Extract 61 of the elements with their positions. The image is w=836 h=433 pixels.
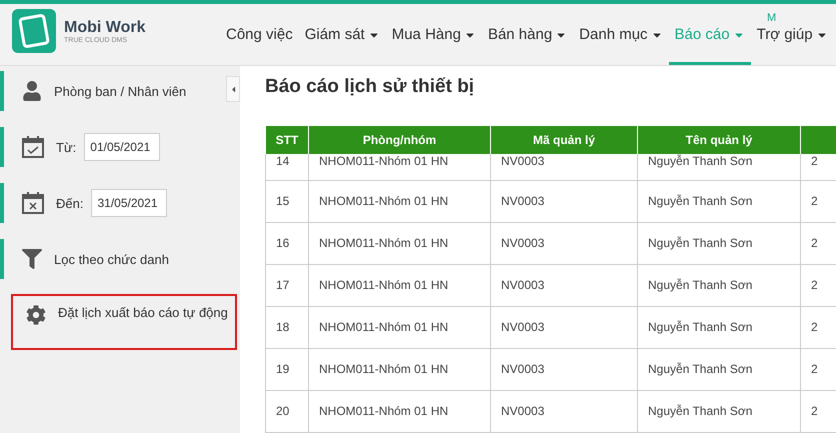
table-cell: Nguyễn Thanh Sơn (638, 264, 800, 306)
column-header: Mã quản lý (490, 126, 638, 154)
table-cell: NV0003 (490, 264, 638, 306)
table-cell: NV0003 (490, 222, 638, 264)
table-cell: 19 (266, 348, 308, 390)
table-cell: Nguyễn Thanh Sơn (638, 390, 800, 432)
table-cell: 15 (266, 180, 308, 222)
date-field[interactable]: 01/05/2021 (84, 133, 160, 161)
table-cell: NHOM011-Nhóm 01 HN (308, 348, 490, 390)
nav-menu-item[interactable]: Bán hàng (482, 26, 574, 65)
table-cell: NHOM011-Nhóm 01 HN (308, 264, 490, 306)
table-cell: NHOM011-Nhóm 01 HN (308, 154, 490, 180)
sidebar-item[interactable]: Phòng ban / Nhân viên (0, 71, 226, 111)
nav-menu-item[interactable]: Mua Hàng (386, 26, 482, 65)
column-header: Phòng/nhóm (308, 126, 490, 154)
table-cell: 17 (266, 264, 308, 306)
nav-menu-item[interactable]: Công việc (220, 26, 299, 65)
logo-name: Mobi Work (64, 18, 146, 36)
table-cell: NHOM011-Nhóm 01 HN (308, 180, 490, 222)
table-cell: Nguyễn Thanh Sơn (638, 154, 800, 180)
column-header: STT (266, 126, 308, 154)
table-cell: Nguyễn Thanh Sơn (638, 348, 800, 390)
date-field[interactable]: 31/05/2021 (91, 189, 168, 217)
table-cell: 14 (266, 154, 308, 180)
table-cell: NV0003 (490, 306, 638, 348)
table-cell: NV0003 (490, 390, 638, 432)
table-cell: 2 (800, 154, 836, 180)
logo-icon (12, 9, 56, 53)
table-cell: 16 (266, 222, 308, 264)
settings-icon (26, 305, 46, 325)
calendar-x-icon (22, 191, 44, 215)
sidebar-item[interactable]: Từ: 01/05/2021 (0, 127, 226, 167)
table-cell: Nguyễn Thanh Sơn (638, 306, 800, 348)
sidebar-label: Từ: (56, 140, 76, 154)
table-cell: NHOM011-Nhóm 01 HN (308, 390, 490, 432)
table-cell: NHOM011-Nhóm 01 HN (308, 306, 490, 348)
table-cell: Nguyễn Thanh Sơn (638, 180, 800, 222)
table-cell: 18 (266, 306, 308, 348)
page-title: Báo cáo lịch sử thiết bị (265, 76, 476, 99)
table-cell: 20 (266, 390, 308, 432)
table-cell: NHOM011-Nhóm 01 HN (308, 222, 490, 264)
table-cell: NV0003 (490, 348, 638, 390)
nav-menu-item[interactable]: Danh mục (573, 26, 669, 65)
sidebar-label: Đặt lịch xuất báo cáo tự động (58, 305, 228, 320)
table-cell: NV0003 (490, 180, 638, 222)
table-cell: Nguyễn Thanh Sơn (638, 222, 800, 264)
sidebar-label: Phòng ban / Nhân viên (54, 84, 186, 98)
nav-menu-item[interactable]: Giám sát (298, 26, 386, 65)
user-icon (22, 81, 42, 101)
column-header: Tên quản lý (638, 126, 800, 154)
corner-text: M (767, 12, 776, 24)
filter-icon (22, 249, 42, 269)
table-cell: NV0003 (490, 154, 638, 180)
calendar-check-icon (22, 135, 44, 159)
highlighted-sidebar-item[interactable]: Đặt lịch xuất báo cáo tự động (12, 295, 236, 349)
collapse-button[interactable] (226, 76, 240, 102)
sidebar-item[interactable]: Lọc theo chức danh (0, 239, 226, 279)
sidebar-label: Đến: (56, 196, 84, 210)
sidebar-label: Lọc theo chức danh (54, 252, 169, 266)
sidebar-item[interactable]: Đến: 31/05/2021 (0, 183, 226, 223)
nav-menu-item[interactable]: Trợ giúp (750, 26, 834, 65)
